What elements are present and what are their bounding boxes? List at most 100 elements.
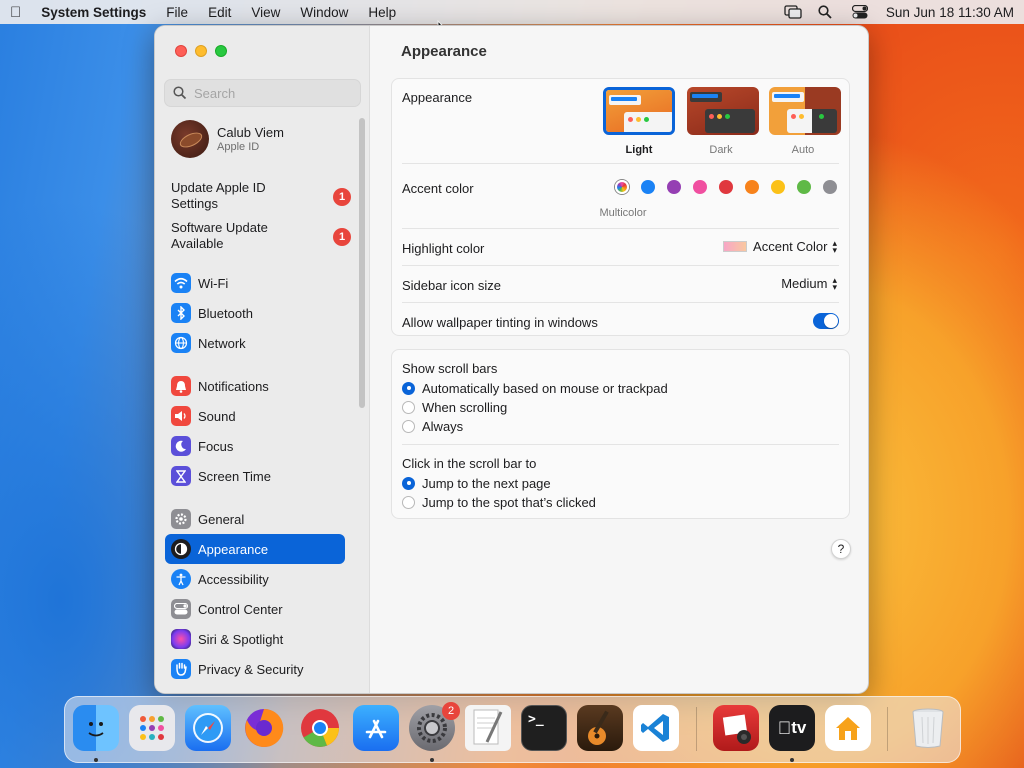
scroll-option-always[interactable]: Always <box>402 417 463 435</box>
notice-software-update[interactable]: Software Update Available 1 <box>171 220 351 254</box>
close-window-button[interactable] <box>175 45 187 57</box>
notice-update-apple-id[interactable]: Update Apple ID Settings 1 <box>171 180 351 214</box>
sidebar-item-label: Network <box>198 335 246 351</box>
search-input[interactable]: Search <box>164 79 361 107</box>
sidebar-item-bluetooth[interactable]: Bluetooth <box>165 298 345 328</box>
accent-graphite-swatch[interactable] <box>823 180 837 194</box>
sidebar-item-sound[interactable]: Sound <box>165 401 345 431</box>
apple-tv-icon[interactable]: tv <box>769 705 815 751</box>
divider <box>402 444 839 445</box>
bluetooth-icon <box>171 303 191 323</box>
accent-orange-swatch[interactable] <box>745 180 759 194</box>
accent-multicolor-swatch[interactable] <box>615 180 629 194</box>
accent-purple-swatch[interactable] <box>667 180 681 194</box>
accent-green-swatch[interactable] <box>797 180 811 194</box>
click-option-spot-clicked[interactable]: Jump to the spot that’s clicked <box>402 493 596 511</box>
radio-button[interactable] <box>402 400 415 414</box>
finder-icon[interactable] <box>73 705 119 751</box>
sidebar-item-label: Privacy & Security <box>198 661 304 677</box>
appearance-option-auto[interactable] <box>769 87 841 135</box>
apple-id-profile[interactable]: Calub Viem Apple ID <box>171 120 284 158</box>
appearance-option-light[interactable] <box>603 87 675 135</box>
sidebar-icon-size-popup[interactable]: Medium ▴ ▾ <box>781 275 837 291</box>
highlight-color-popup[interactable]: Accent Color ▴ ▾ <box>723 238 837 254</box>
terminal-icon[interactable]: >_ <box>521 705 567 751</box>
photo-booth-icon[interactable] <box>713 705 759 751</box>
firefox-icon[interactable] <box>241 705 287 751</box>
appearance-option-label: Auto <box>791 144 815 156</box>
scroll-option-when-scrolling[interactable]: When scrolling <box>402 398 507 416</box>
screen-mirroring-icon[interactable] <box>784 5 802 19</box>
control-center-icon[interactable] <box>851 4 869 19</box>
chrome-icon[interactable] <box>297 705 343 751</box>
radio-button[interactable] <box>402 476 415 490</box>
sidebar-scrollbar[interactable] <box>359 118 365 408</box>
radio-button[interactable] <box>402 495 415 509</box>
minimize-window-button[interactable] <box>195 45 207 57</box>
textedit-icon[interactable] <box>465 705 511 751</box>
apple-menu-icon[interactable]:  <box>10 4 21 21</box>
sidebar: Search Calub Viem Apple ID Update Apple … <box>155 26 370 693</box>
sidebar-item-privacy-security[interactable]: Privacy & Security <box>165 654 345 684</box>
sidebar-item-label: Wi-Fi <box>198 275 229 291</box>
appearance-option-label: Dark <box>709 144 733 156</box>
radio-button[interactable] <box>402 381 415 395</box>
sidebar-item-label: Screen Time <box>198 468 271 484</box>
appearance-icon <box>171 539 191 559</box>
accent-red-swatch[interactable] <box>719 180 733 194</box>
network-icon <box>171 333 191 353</box>
appearance-option-dark[interactable] <box>687 87 759 135</box>
menu-window[interactable]: Window <box>300 5 348 20</box>
accent-blue-swatch[interactable] <box>641 180 655 194</box>
sidebar-item-label: Bluetooth <box>198 305 253 321</box>
garageband-icon[interactable] <box>577 705 623 751</box>
dock: 2 >_ tv <box>64 696 961 763</box>
notice-label: Update Apple ID Settings <box>171 180 266 211</box>
app-store-icon[interactable] <box>353 705 399 751</box>
accent-pink-swatch[interactable] <box>693 180 707 194</box>
menu-view[interactable]: View <box>251 5 280 20</box>
divider <box>402 163 839 164</box>
option-label: When scrolling <box>422 399 508 415</box>
wallpaper-tinting-toggle[interactable] <box>813 313 839 329</box>
app-menu[interactable]: System Settings <box>41 5 146 20</box>
click-option-next-page[interactable]: Jump to the next page <box>402 474 551 492</box>
notice-label: Software Update Available <box>171 220 268 251</box>
sidebar-item-notifications[interactable]: Notifications <box>165 371 345 401</box>
avatar <box>171 120 209 158</box>
toggle-knob <box>824 314 838 328</box>
launchpad-icon[interactable] <box>129 705 175 751</box>
sidebar-item-appearance[interactable]: Appearance <box>165 534 345 564</box>
sidebar-item-network[interactable]: Network <box>165 328 345 358</box>
sidebar-item-wifi[interactable]: Wi-Fi <box>165 268 345 298</box>
main-pane: Appearance Appearance Light Dark Auto Ac… <box>371 26 868 693</box>
sidebar-item-label: General <box>198 511 245 527</box>
zoom-window-button[interactable] <box>215 45 227 57</box>
trash-icon[interactable] <box>905 705 951 751</box>
sidebar-item-accessibility[interactable]: Accessibility <box>165 564 345 594</box>
safari-icon[interactable] <box>185 705 231 751</box>
option-label: Always <box>422 418 464 434</box>
menu-edit[interactable]: Edit <box>208 5 231 20</box>
highlight-color-value: Accent Color <box>753 239 828 254</box>
sidebar-item-screen-time[interactable]: Screen Time <box>165 461 345 491</box>
apple-logo-icon:  <box>778 718 792 739</box>
menu-clock[interactable]: Sun Jun 18 11:30 AM <box>886 5 1014 20</box>
spotlight-search-icon[interactable] <box>818 5 834 19</box>
sidebar-item-general[interactable]: General <box>165 504 345 534</box>
show-scroll-bars-label: Show scroll bars <box>402 361 498 376</box>
vscode-icon[interactable] <box>633 705 679 751</box>
accent-yellow-swatch[interactable] <box>771 180 785 194</box>
radio-button[interactable] <box>402 419 415 433</box>
accessibility-icon <box>171 569 191 589</box>
menu-help[interactable]: Help <box>368 5 396 20</box>
sidebar-icon-size-value: Medium <box>781 276 828 291</box>
home-icon[interactable] <box>825 705 871 751</box>
sidebar-item-control-center[interactable]: Control Center <box>165 594 345 624</box>
settings-badge: 2 <box>442 702 460 720</box>
help-button[interactable]: ? <box>831 539 851 559</box>
scroll-option-automatic[interactable]: Automatically based on mouse or trackpad <box>402 379 668 397</box>
menu-file[interactable]: File <box>166 5 188 20</box>
sidebar-item-focus[interactable]: Focus <box>165 431 345 461</box>
sidebar-item-siri-spotlight[interactable]: Siri & Spotlight <box>165 624 345 654</box>
